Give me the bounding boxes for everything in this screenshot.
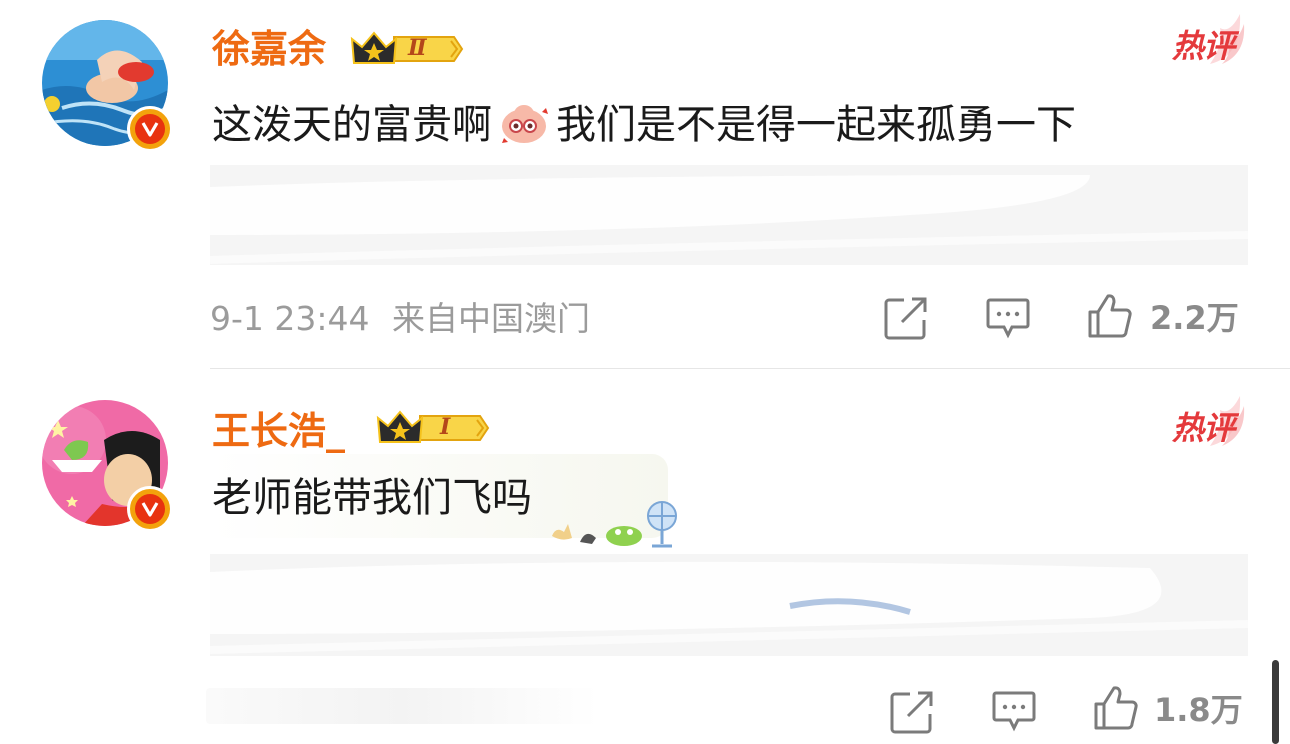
shy-face-emoji-icon	[496, 98, 552, 143]
level-text: Ⅰ	[440, 414, 451, 440]
comment-text: 老师能带我们飞吗	[212, 475, 532, 521]
blurred-region	[210, 554, 1248, 656]
comment-text-part1: 这泼天的富贵啊	[212, 102, 492, 148]
share-edit-icon	[884, 297, 927, 340]
like-count: 2.2万	[1150, 299, 1239, 337]
thumbs-up-icon	[1094, 686, 1138, 730]
like-button[interactable]: 2.2万	[1086, 292, 1239, 340]
comment-text: 这泼天的富贵啊 我们是不是得一起来孤勇一下	[212, 98, 1076, 145]
comment-item: 王长浩_ Ⅰ 热评 老师能带我们飞吗 1.8万	[0, 368, 1290, 744]
sticker-decoration-icon	[546, 498, 682, 554]
share-edit-icon	[890, 691, 933, 734]
username[interactable]: 王长浩_	[212, 412, 345, 450]
hot-comment-badge: 热评	[1172, 14, 1245, 64]
comment-meta: 9-1 23:44 来自中国澳门	[210, 302, 590, 335]
like-button[interactable]: 1.8万	[1092, 684, 1243, 732]
timestamp: 9-1 23:44	[210, 299, 370, 338]
share-button[interactable]	[884, 296, 928, 340]
share-button[interactable]	[890, 690, 934, 734]
blurred-region	[210, 165, 1248, 265]
like-count: 1.8万	[1154, 691, 1243, 729]
comment-text-part2: 我们是不是得一起来孤勇一下	[556, 102, 1076, 148]
location: 来自中国澳门	[392, 299, 590, 338]
comment-bubble-icon	[986, 298, 1030, 339]
verified-badge-icon	[127, 106, 173, 152]
verified-badge-icon	[127, 486, 173, 532]
comment-item: 徐嘉余 Ⅱ 热评 这泼天的富贵啊 我们是不是得一起来孤勇一下 9-1 23:44…	[0, 0, 1290, 368]
crown-level-badge: Ⅱ	[350, 29, 464, 73]
scrollbar-thumb[interactable]	[1272, 660, 1279, 744]
crown-level-badge: Ⅰ	[376, 408, 490, 452]
hot-comment-badge: 热评	[1172, 396, 1245, 446]
comment-bubble-icon	[992, 691, 1036, 732]
thumbs-up-icon	[1088, 294, 1132, 338]
blurred-meta	[206, 688, 598, 724]
comment-button[interactable]	[992, 690, 1036, 732]
level-text: Ⅱ	[408, 35, 427, 61]
username[interactable]: 徐嘉余	[212, 30, 326, 68]
comment-button[interactable]	[986, 297, 1030, 339]
